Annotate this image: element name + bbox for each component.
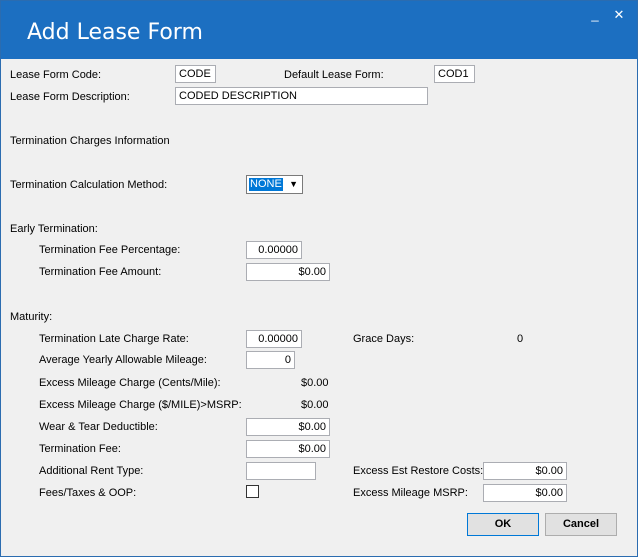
lease-form-code-label: Lease Form Code: — [10, 69, 102, 81]
chevron-down-icon: ▼ — [289, 179, 298, 189]
dialog-title: Add Lease Form — [27, 20, 203, 45]
wear-tear-deductible-input[interactable]: $0.00 — [246, 418, 330, 436]
termination-calculation-method-select[interactable]: NONE ▼ — [246, 175, 303, 194]
grace-days-label: Grace Days: — [353, 333, 415, 345]
close-icon[interactable]: ✕ — [609, 7, 629, 23]
additional-rent-type-label: Additional Rent Type: — [39, 465, 144, 477]
early-termination-heading: Early Termination: — [10, 223, 98, 235]
excess-mileage-msrp-charge-value: $0.00 — [301, 399, 329, 411]
excess-mileage-msrp-charge-label: Excess Mileage Charge ($/MILE)>MSRP: — [39, 399, 242, 411]
lease-form-code-input[interactable]: CODE — [175, 65, 216, 83]
ok-button[interactable]: OK — [467, 513, 539, 536]
termination-charges-heading: Termination Charges Information — [10, 135, 170, 147]
default-lease-form-input[interactable]: COD1 — [434, 65, 475, 83]
termination-late-charge-rate-input[interactable]: 0.00000 — [246, 330, 302, 348]
termination-fee-amount-label: Termination Fee Amount: — [39, 266, 162, 278]
termination-fee-input[interactable]: $0.00 — [246, 440, 330, 458]
lease-form-description-label: Lease Form Description: — [10, 91, 130, 103]
excess-mileage-cents-value: $0.00 — [301, 377, 329, 389]
fees-taxes-oop-checkbox[interactable] — [246, 485, 259, 498]
additional-rent-type-input[interactable] — [246, 462, 316, 480]
lease-form-description-input[interactable]: CODED DESCRIPTION — [175, 87, 428, 105]
average-yearly-mileage-input[interactable]: 0 — [246, 351, 295, 369]
maturity-heading: Maturity: — [10, 311, 53, 323]
minimize-icon[interactable]: _ — [585, 7, 605, 23]
excess-est-restore-costs-input[interactable]: $0.00 — [483, 462, 567, 480]
excess-mileage-msrp-label: Excess Mileage MSRP: — [353, 487, 468, 499]
termination-late-charge-rate-label: Termination Late Charge Rate: — [39, 333, 189, 345]
wear-tear-deductible-label: Wear & Tear Deductible: — [39, 421, 158, 433]
termination-fee-percentage-label: Termination Fee Percentage: — [39, 244, 181, 256]
termination-fee-amount-input[interactable]: $0.00 — [246, 263, 330, 281]
termination-calculation-method-value: NONE — [249, 178, 283, 191]
average-yearly-mileage-label: Average Yearly Allowable Mileage: — [39, 354, 207, 366]
excess-mileage-cents-label: Excess Mileage Charge (Cents/Mile): — [39, 377, 221, 389]
grace-days-value: 0 — [517, 333, 524, 345]
termination-fee-label: Termination Fee: — [39, 443, 121, 455]
termination-fee-percentage-input[interactable]: 0.00000 — [246, 241, 302, 259]
dialog-window: Add Lease Form _ ✕ Lease Form Code: CODE… — [0, 0, 638, 557]
fees-taxes-oop-label: Fees/Taxes & OOP: — [39, 487, 137, 499]
title-bar: Add Lease Form _ ✕ — [1, 1, 637, 59]
excess-mileage-msrp-input[interactable]: $0.00 — [483, 484, 567, 502]
termination-calculation-method-label: Termination Calculation Method: — [10, 179, 168, 191]
excess-est-restore-costs-label: Excess Est Restore Costs: — [353, 465, 484, 477]
default-lease-form-label: Default Lease Form: — [284, 69, 384, 81]
cancel-button[interactable]: Cancel — [545, 513, 617, 536]
